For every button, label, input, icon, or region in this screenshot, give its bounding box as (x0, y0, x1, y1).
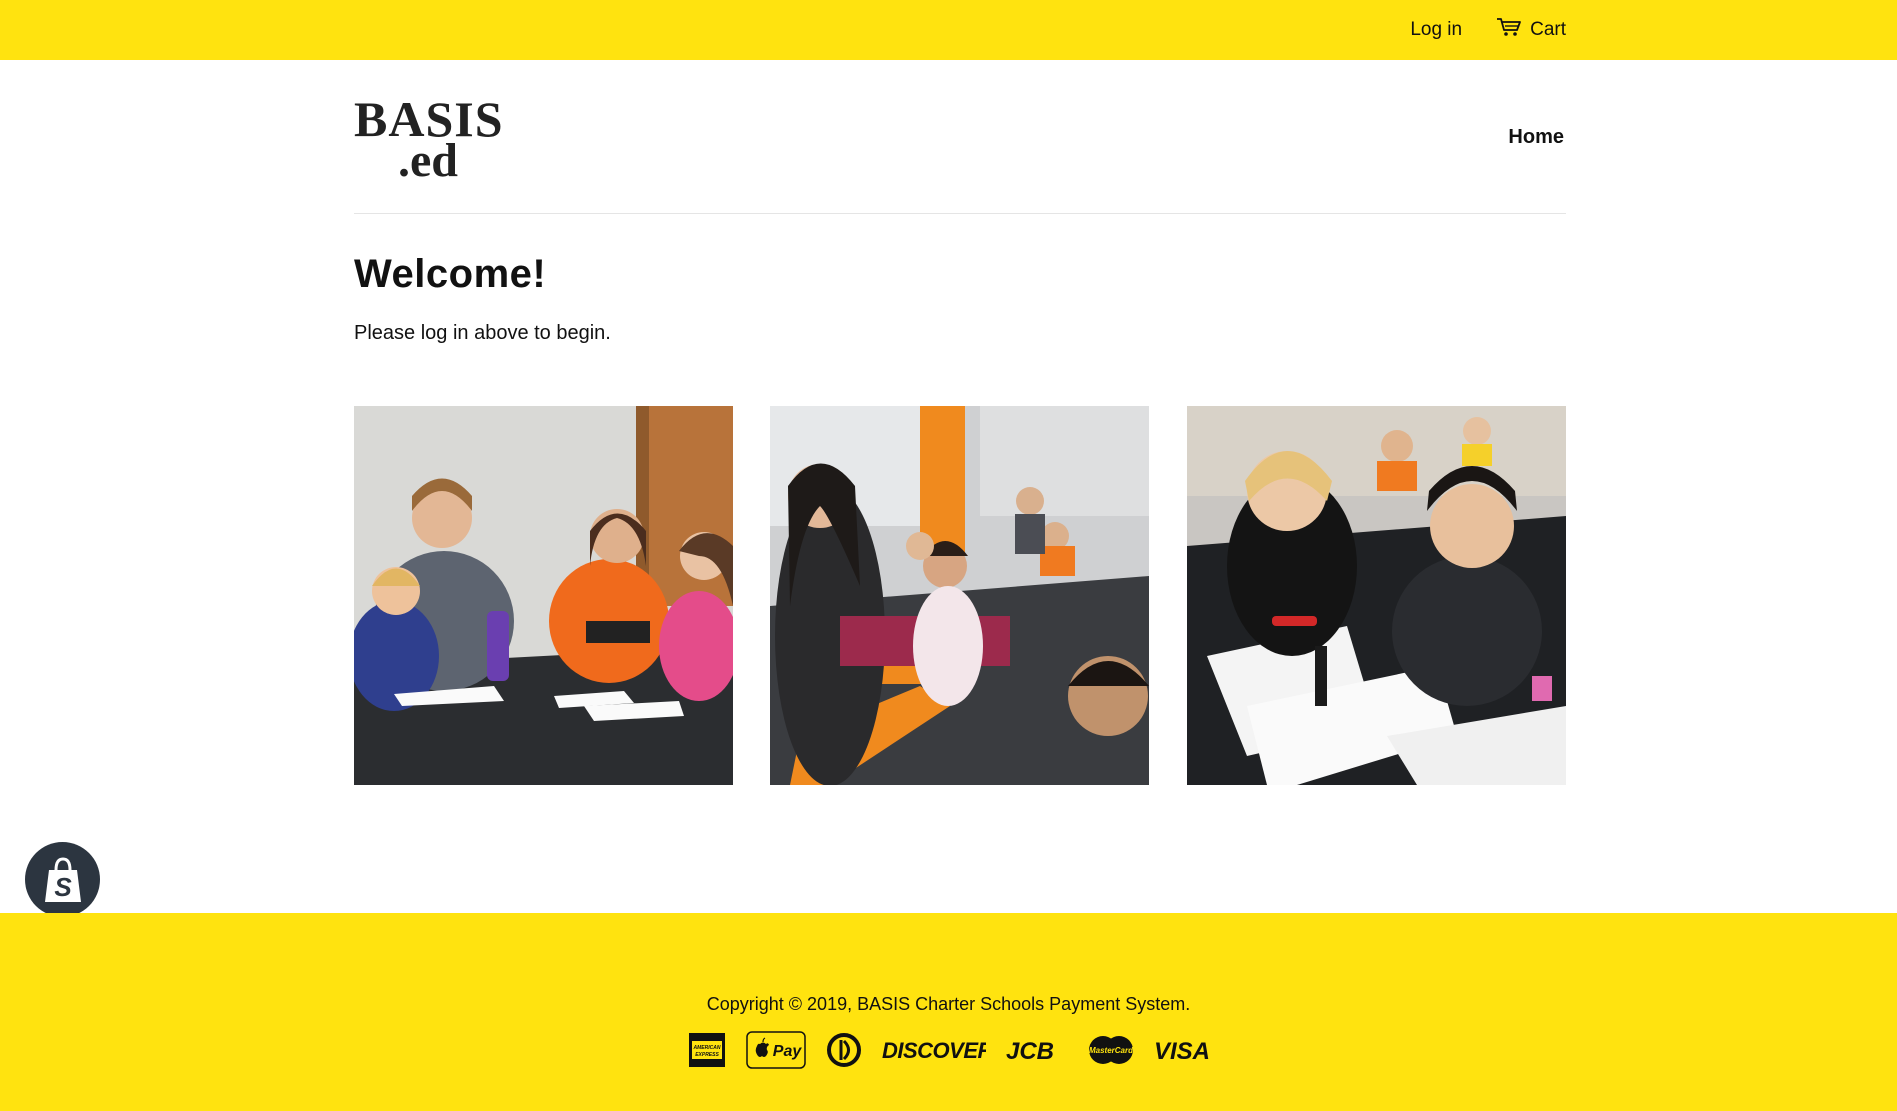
site-header: BASIS .ed Home (354, 60, 1566, 214)
photo-gallery (354, 406, 1566, 785)
american-express-icon: AMERICAN EXPRESS (688, 1030, 726, 1070)
apple-pay-icon: Pay (745, 1030, 806, 1070)
top-bar: Log in Cart (0, 0, 1897, 60)
login-label: Log in (1410, 19, 1463, 40)
visa-icon: VISA (1154, 1030, 1210, 1070)
jcb-icon: JCB (1006, 1030, 1068, 1070)
copyright-text: Copyright © 2019, BASIS Charter Schools … (706, 994, 1191, 1014)
svg-text:S: S (54, 872, 72, 902)
shopify-bag-icon[interactable]: S (25, 842, 100, 917)
site-footer: Copyright © 2019, BASIS Charter Schools … (0, 913, 1897, 1111)
cart-link[interactable]: Cart (1496, 17, 1566, 43)
basis-ed-logo[interactable]: BASIS .ed (354, 91, 519, 187)
page-subtitle: Please log in above to begin. (354, 322, 611, 344)
page-title: Welcome! (354, 252, 547, 296)
jcb-label: JCB (1006, 1038, 1054, 1065)
mastercard-icon: MasterCard (1088, 1030, 1134, 1070)
classroom-photo-teacher-row (770, 406, 1149, 785)
payment-icons: AMERICAN EXPRESS Pay DISCOVER JCB Master… (0, 1030, 1897, 1070)
top-bar-links: Log in Cart (1410, 0, 1566, 60)
login-link[interactable]: Log in (1410, 19, 1462, 41)
cart-icon (1496, 17, 1522, 43)
classroom-photo-calligraphy (1187, 406, 1566, 785)
cart-label: Cart (1530, 19, 1566, 40)
svg-text:AMERICAN: AMERICAN (692, 1045, 720, 1051)
discover-icon: DISCOVER (882, 1030, 986, 1070)
svg-text:EXPRESS: EXPRESS (695, 1052, 719, 1058)
logo-text-line2: .ed (398, 134, 458, 178)
diners-club-icon (826, 1030, 862, 1070)
discover-label: DISCOVER (882, 1038, 986, 1063)
classroom-photo-teacher-group (354, 406, 733, 785)
visa-label: VISA (1154, 1038, 1210, 1065)
nav-home-link[interactable]: Home (1508, 126, 1564, 149)
mastercard-label: MasterCard (1088, 1046, 1133, 1055)
apple-pay-label: Pay (772, 1043, 802, 1060)
